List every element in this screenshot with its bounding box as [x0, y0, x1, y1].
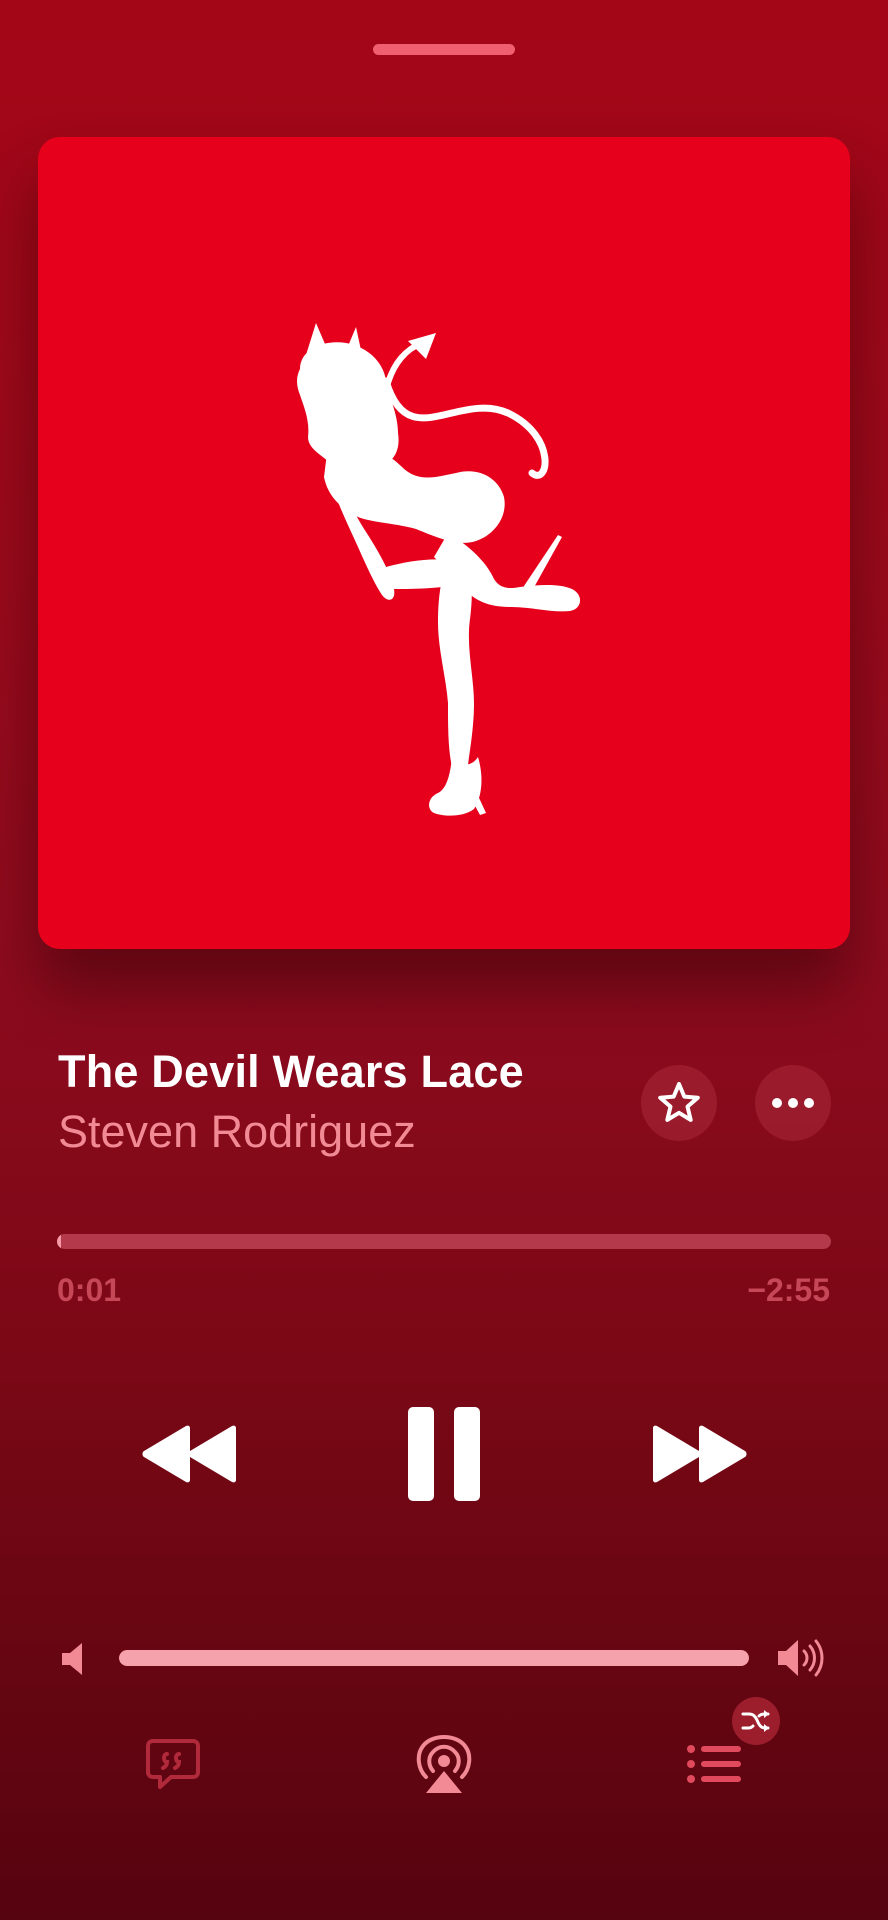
- song-title[interactable]: The Devil Wears Lace: [58, 1046, 524, 1098]
- album-artwork: [38, 137, 850, 949]
- lyrics-button[interactable]: [143, 1736, 203, 1792]
- fast-forward-button[interactable]: [647, 1416, 749, 1492]
- lyrics-icon: [146, 1739, 200, 1789]
- airplay-icon: [416, 1735, 472, 1793]
- rewind-icon: [142, 1425, 236, 1483]
- playback-progress-bar[interactable]: [57, 1234, 831, 1249]
- volume-slider[interactable]: [119, 1650, 749, 1666]
- star-icon: [658, 1082, 700, 1122]
- shuffle-icon: [741, 1710, 770, 1732]
- more-options-button[interactable]: [755, 1065, 831, 1141]
- volume-low-icon: [62, 1643, 82, 1675]
- fast-forward-icon: [653, 1425, 747, 1483]
- volume-high-icon: [778, 1639, 824, 1677]
- queue-button[interactable]: [686, 1742, 744, 1786]
- shuffle-indicator[interactable]: [732, 1697, 780, 1745]
- favorite-button[interactable]: [641, 1065, 717, 1141]
- devil-silhouette-icon: [297, 323, 581, 816]
- artist-name[interactable]: Steven Rodriguez: [58, 1106, 416, 1158]
- playback-progress-fill: [57, 1234, 61, 1249]
- airplay-button[interactable]: [415, 1732, 473, 1796]
- elapsed-time: 0:01: [57, 1272, 122, 1308]
- pause-button[interactable]: [400, 1404, 488, 1504]
- remaining-time: −2:55: [747, 1272, 830, 1308]
- rewind-button[interactable]: [140, 1416, 242, 1492]
- sheet-grabber[interactable]: [373, 44, 515, 55]
- queue-list-icon: [687, 1745, 741, 1783]
- pause-icon: [408, 1407, 480, 1501]
- ellipsis-icon: [772, 1098, 814, 1108]
- volume-slider-fill: [119, 1650, 749, 1666]
